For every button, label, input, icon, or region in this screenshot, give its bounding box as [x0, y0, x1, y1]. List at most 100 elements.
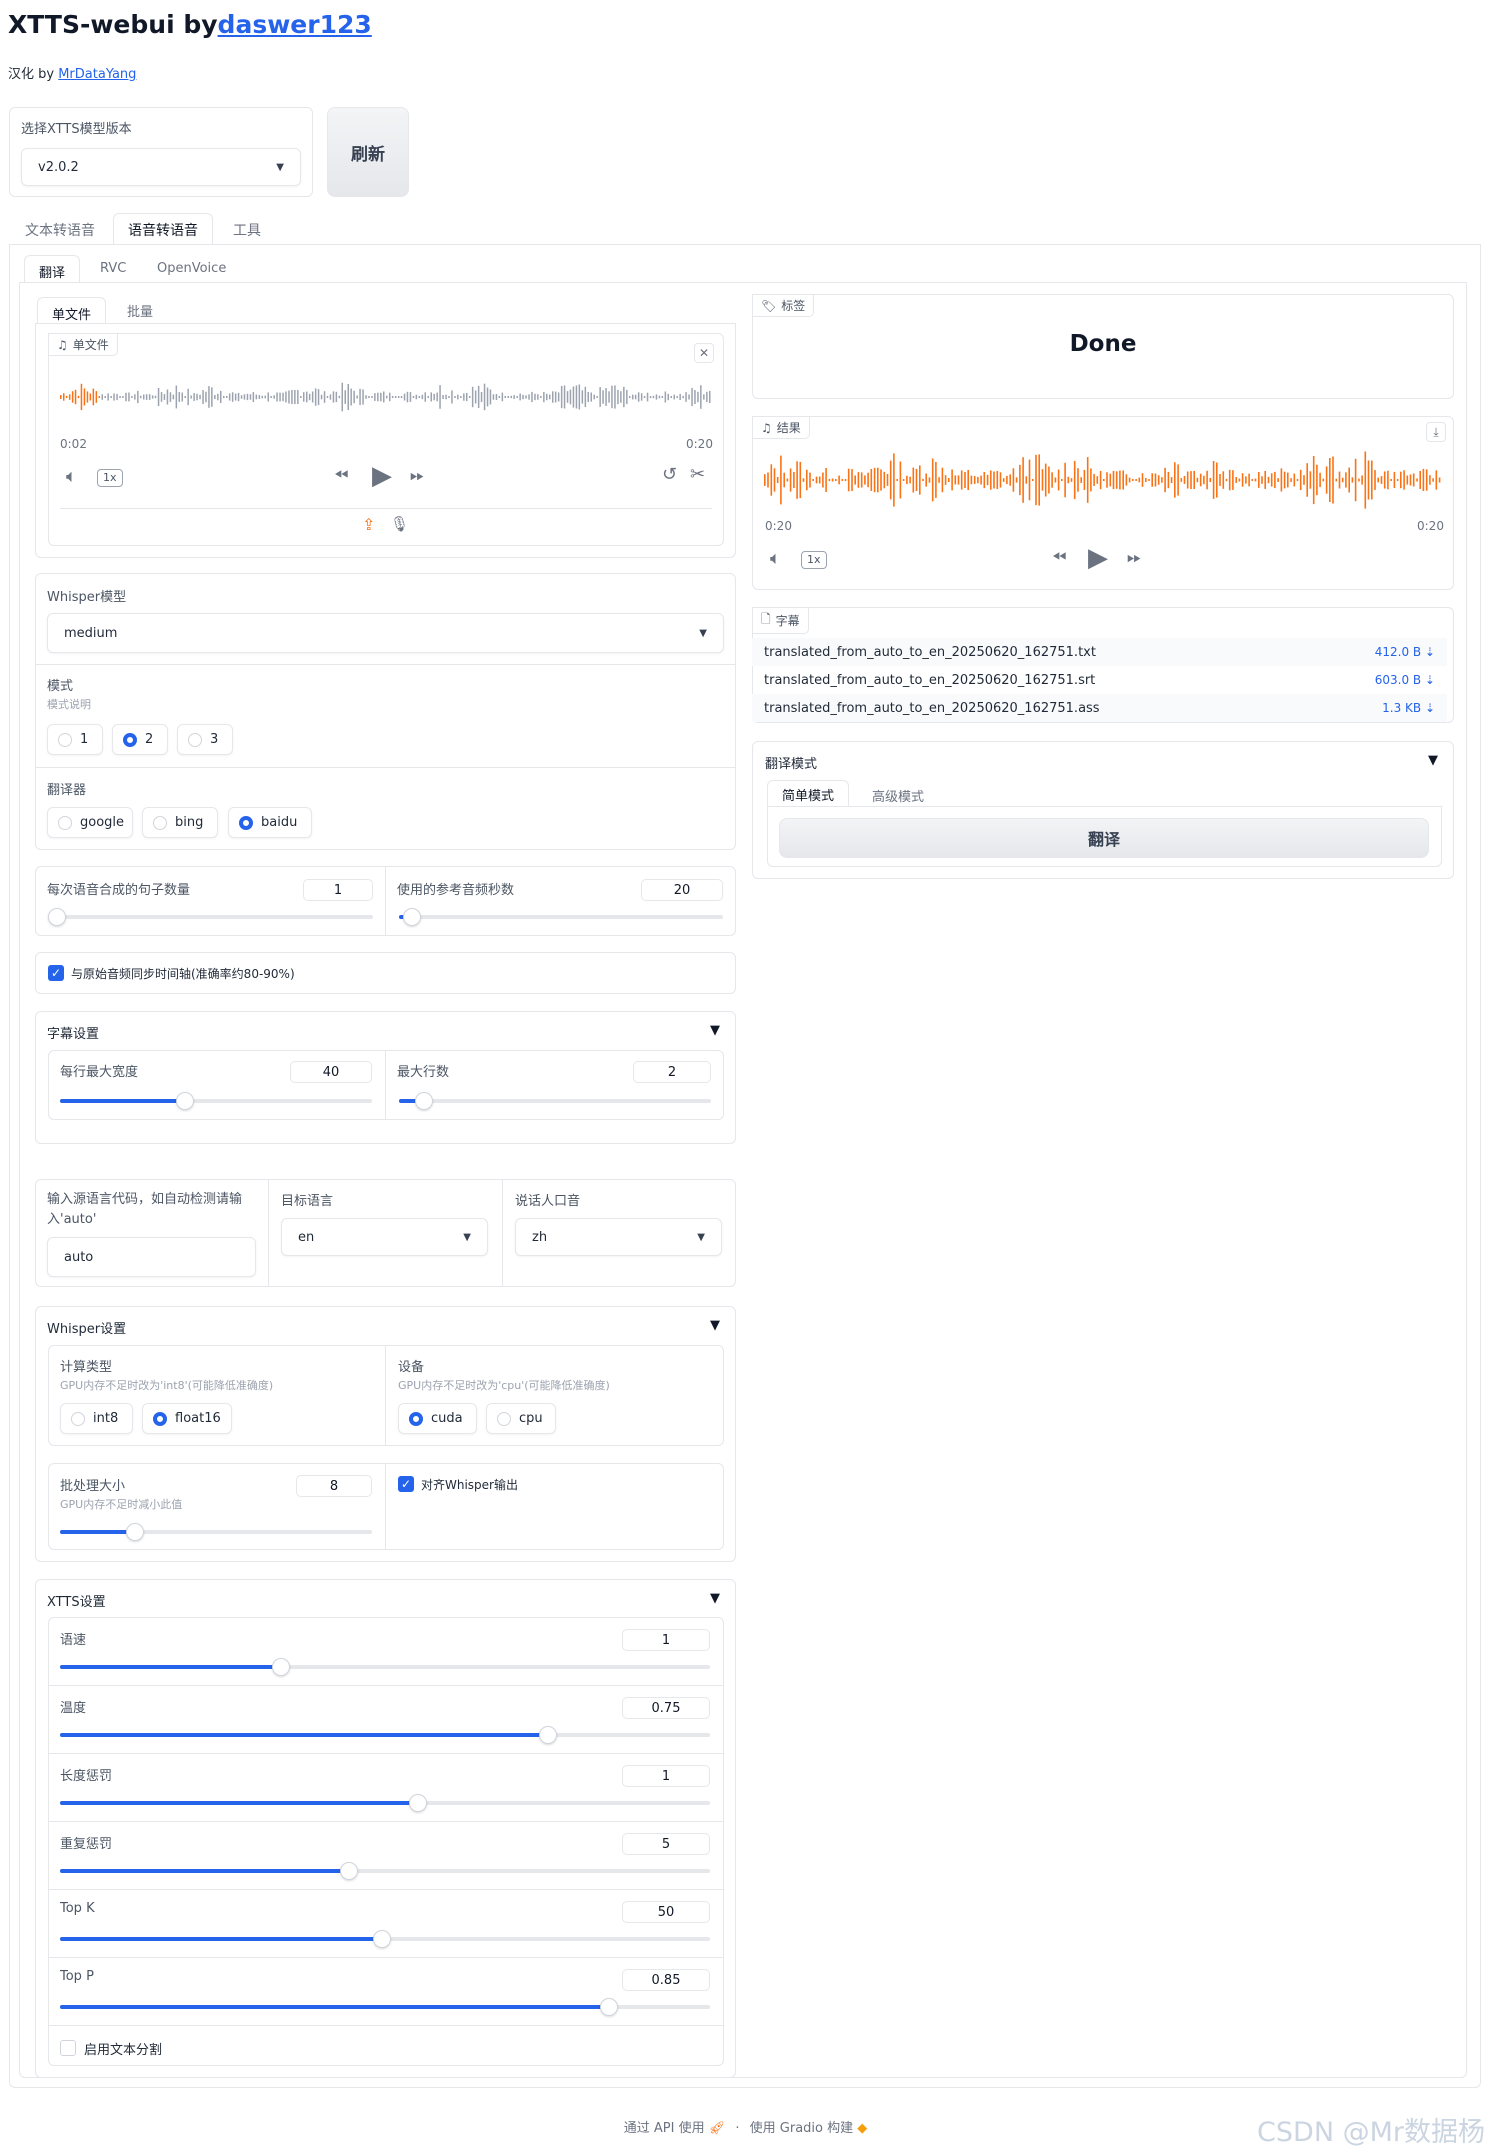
file-download-link[interactable]: 603.0 B ⇣	[1375, 673, 1435, 687]
device-option-cpu[interactable]: cpu	[486, 1403, 556, 1434]
sentences-input[interactable]: 1	[303, 879, 373, 901]
max-lines-input[interactable]: 2	[633, 1061, 711, 1083]
xtts-slider[interactable]	[60, 1998, 710, 2016]
input-waveform[interactable]	[60, 367, 712, 427]
sentences-slider[interactable]	[48, 908, 373, 926]
ref-seconds-input[interactable]: 20	[641, 879, 723, 901]
slider-thumb[interactable]	[408, 1794, 427, 1812]
slider-thumb[interactable]	[414, 1092, 433, 1110]
translator-option-google[interactable]: google	[47, 807, 133, 838]
tab-text-to-speech[interactable]: 文本转语音	[25, 220, 95, 240]
text-split-checkbox[interactable]	[60, 2040, 76, 2056]
result-speed-button[interactable]: 1x	[801, 551, 827, 569]
align-whisper-checkbox[interactable]: ✓	[398, 1476, 414, 1492]
fast-forward-icon[interactable]: ⏩︎	[410, 465, 424, 486]
tab-speech-to-speech[interactable]: 语音转语音	[113, 213, 213, 247]
whisper-model-dropdown[interactable]: medium ▼	[47, 613, 724, 653]
xtts-slider[interactable]	[60, 1862, 710, 1880]
waveform-bar	[184, 396, 186, 398]
compute-option-float16[interactable]: float16	[142, 1403, 232, 1434]
ref-seconds-slider[interactable]	[399, 908, 723, 926]
xtts-slider-input[interactable]: 5	[622, 1833, 710, 1855]
result-waveform[interactable]	[764, 448, 1442, 512]
translator-option-baidu[interactable]: baidu	[228, 807, 312, 838]
volume-icon[interactable]: 🔈︎	[770, 548, 781, 569]
collapse-arrow-icon[interactable]: ▼	[710, 1318, 720, 1333]
target-language-dropdown[interactable]: en ▼	[281, 1218, 488, 1256]
volume-icon[interactable]: 🔈︎	[66, 466, 77, 487]
slider-thumb[interactable]	[372, 1930, 391, 1948]
tab-advanced-mode[interactable]: 高级模式	[872, 786, 924, 805]
author-link[interactable]: daswer123	[218, 10, 372, 39]
input-speed-button[interactable]: 1x	[97, 469, 123, 487]
file-download-link[interactable]: 412.0 B ⇣	[1375, 645, 1435, 659]
source-language-input[interactable]: auto	[47, 1237, 256, 1277]
model-version-dropdown[interactable]: v2.0.2 ▼	[21, 148, 301, 186]
fast-forward-icon[interactable]: ⏩︎	[1127, 547, 1141, 568]
waveform-bar	[463, 393, 465, 401]
download-icon[interactable]: ⤓	[1426, 422, 1446, 442]
play-icon[interactable]: ▶︎	[1088, 543, 1108, 573]
slider-thumb[interactable]	[125, 1523, 144, 1541]
scissors-icon[interactable]: ✂︎	[690, 464, 705, 485]
max-width-input[interactable]: 40	[290, 1061, 372, 1083]
rewind-icon[interactable]: ⏪︎	[334, 465, 348, 486]
batch-size-slider[interactable]	[60, 1523, 372, 1541]
xtts-slider[interactable]	[60, 1794, 710, 1812]
max-lines-slider[interactable]	[399, 1092, 711, 1110]
xtts-slider[interactable]	[60, 1658, 710, 1676]
translate-button[interactable]: 翻译	[779, 818, 1429, 858]
batch-size-input[interactable]: 8	[296, 1475, 372, 1497]
translator-link[interactable]: MrDataYang	[58, 67, 136, 82]
max-width-slider[interactable]	[60, 1092, 372, 1110]
subtitle-file-row[interactable]: translated_from_auto_to_en_20250620_1627…	[752, 666, 1447, 694]
slider-thumb[interactable]	[538, 1726, 557, 1744]
play-icon[interactable]: ▶︎	[372, 461, 392, 491]
microphone-icon[interactable]: 🎙︎	[390, 515, 409, 533]
subtitle-settings-label[interactable]: 字幕设置	[47, 1023, 99, 1042]
xtts-slider[interactable]	[60, 1930, 710, 1948]
collapse-arrow-icon[interactable]: ▼	[1428, 753, 1438, 768]
mode-option-3[interactable]: 3	[177, 724, 233, 755]
xtts-slider[interactable]	[60, 1726, 710, 1744]
waveform-bar	[418, 396, 421, 398]
tab-batch[interactable]: 批量	[127, 301, 153, 320]
slider-thumb[interactable]	[175, 1092, 194, 1110]
reset-icon[interactable]: ↺	[662, 464, 677, 485]
api-link[interactable]: 通过 API 使用	[624, 2121, 705, 2136]
refresh-button[interactable]: 刷新	[327, 107, 409, 197]
clear-audio-icon[interactable]: ✕	[694, 343, 714, 363]
slider-thumb[interactable]	[48, 908, 66, 926]
translator-option-bing[interactable]: bing	[142, 807, 218, 838]
device-option-cuda[interactable]: cuda	[398, 1403, 477, 1434]
sync-checkbox[interactable]: ✓	[48, 965, 64, 981]
xtts-slider-input[interactable]: 50	[622, 1901, 710, 1923]
tab-openvoice[interactable]: OpenVoice	[157, 261, 226, 276]
xtts-slider-input[interactable]: 1	[622, 1629, 710, 1651]
xtts-settings-label[interactable]: XTTS设置	[47, 1591, 106, 1610]
file-download-link[interactable]: 1.3 KB ⇣	[1382, 701, 1435, 715]
waveform-bar	[214, 395, 216, 400]
mode-option-2[interactable]: 2	[112, 724, 168, 755]
xtts-slider-input[interactable]: 0.85	[622, 1969, 710, 1991]
upload-icon[interactable]: ⇪	[362, 515, 375, 534]
translate-mode-label[interactable]: 翻译模式	[765, 753, 817, 772]
tab-tools[interactable]: 工具	[233, 220, 261, 240]
gradio-link[interactable]: 使用 Gradio 构建	[750, 2121, 853, 2136]
slider-thumb[interactable]	[402, 908, 421, 926]
mode-option-1[interactable]: 1	[47, 724, 103, 755]
waveform-bar	[409, 392, 412, 402]
slider-thumb[interactable]	[272, 1658, 290, 1676]
rewind-icon[interactable]: ⏪︎	[1052, 547, 1066, 568]
xtts-slider-input[interactable]: 0.75	[622, 1697, 710, 1719]
subtitle-file-row[interactable]: translated_from_auto_to_en_20250620_1627…	[752, 638, 1447, 666]
speaker-accent-dropdown[interactable]: zh ▼	[515, 1218, 722, 1256]
compute-option-int8[interactable]: int8	[60, 1403, 133, 1434]
collapse-arrow-icon[interactable]: ▼	[710, 1591, 720, 1606]
tab-simple-mode[interactable]: 简单模式	[767, 780, 850, 809]
collapse-arrow-icon[interactable]: ▼	[710, 1023, 720, 1038]
tab-rvc[interactable]: RVC	[100, 261, 126, 276]
xtts-slider-input[interactable]: 1	[622, 1765, 710, 1787]
whisper-settings-label[interactable]: Whisper设置	[47, 1318, 126, 1337]
subtitle-file-row[interactable]: translated_from_auto_to_en_20250620_1627…	[752, 694, 1447, 722]
